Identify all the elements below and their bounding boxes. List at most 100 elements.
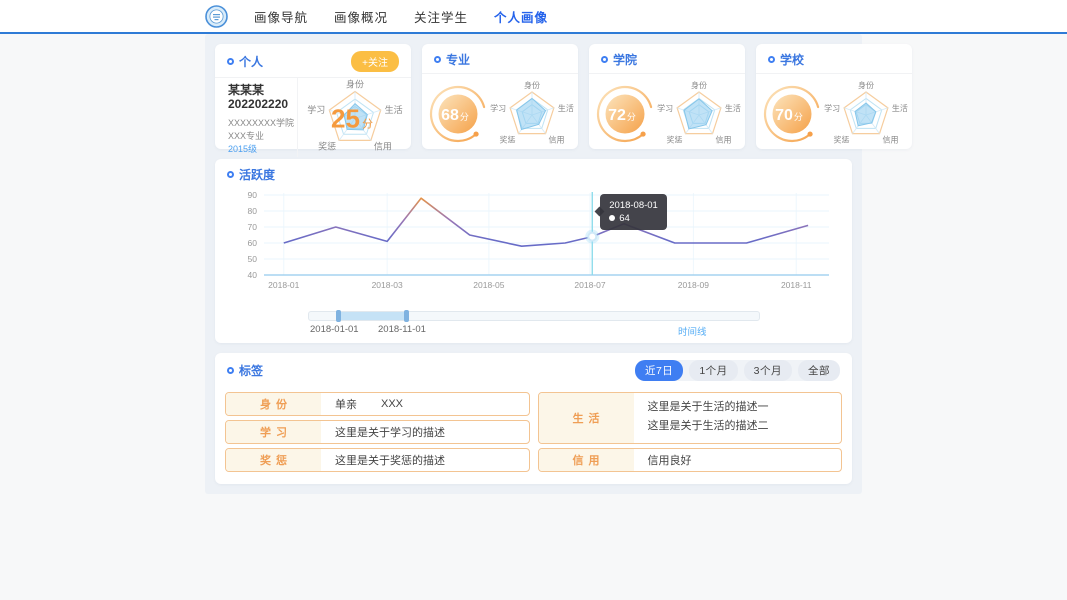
tag-row-identity: 身份 单亲 XXX	[225, 392, 530, 416]
svg-text:信用: 信用	[373, 140, 391, 151]
svg-text:70: 70	[248, 222, 258, 232]
tag-value: 这里是关于奖惩的描述	[335, 455, 445, 467]
major-score-card: 专业 68分 身份生活信用 奖惩 学习	[422, 44, 578, 149]
svg-text:身份: 身份	[345, 79, 363, 90]
nav-item-followed-students[interactable]: 关注学生	[414, 7, 468, 26]
section-title-personal: 个人	[227, 53, 263, 70]
slider-track[interactable]	[308, 310, 760, 322]
svg-text:奖惩: 奖惩	[499, 134, 515, 144]
svg-text:学习: 学习	[657, 102, 673, 112]
filter-all[interactable]: 全部	[798, 360, 840, 381]
section-bullet-icon	[434, 56, 441, 63]
svg-text:2018-09: 2018-09	[678, 280, 709, 290]
svg-text:2018-07: 2018-07	[574, 280, 605, 290]
tag-row-rewards: 奖惩 这里是关于奖惩的描述	[225, 448, 530, 472]
section-bullet-icon	[227, 171, 234, 178]
school-score-gauge: 70分	[763, 85, 820, 142]
section-title-text: 学校	[780, 53, 805, 67]
main-content: 个人 +关注 某某某 202202220 XXXXXXXX学院 XXX专业 20…	[205, 34, 912, 494]
student-name: 某某某	[228, 83, 265, 97]
student-info: 某某某 202202220 XXXXXXXX学院 XXX专业 2015级	[215, 78, 297, 157]
svg-text:2018-03: 2018-03	[372, 280, 403, 290]
timeline-slider: 2018-01-01 2018-11-01 时间线	[308, 310, 760, 338]
tag-value: 这里是关于生活的描述一	[647, 401, 769, 413]
svg-text:奖惩: 奖惩	[833, 134, 849, 144]
personal-radar-chart: 身份生活信用奖惩学习 25 分	[307, 79, 402, 152]
nav-item-portrait-nav[interactable]: 画像导航	[254, 7, 308, 26]
tags-left-column: 身份 单亲 XXX 学习 这里是关于学习的描述 奖惩 这里是关于奖惩的描述	[225, 392, 530, 472]
section-title-text: 活跃度	[239, 168, 276, 182]
major-radar-chart: 身份生活信用 奖惩 学习	[490, 80, 574, 145]
svg-text:2018-05: 2018-05	[473, 280, 504, 290]
svg-text:80: 80	[248, 206, 258, 216]
time-filter-group: 近7日 1个月 3个月 全部	[634, 360, 840, 381]
tag-label: 学习	[226, 421, 321, 443]
tag-label: 生活	[538, 393, 634, 443]
activity-card: 活跃度 40 50 60 70 80 90 2018-01 2018-03 2018-05 201…	[215, 159, 852, 343]
personal-card: 个人 +关注 某某某 202202220 XXXXXXXX学院 XXX专业 20…	[215, 44, 411, 157]
svg-text:学习: 学习	[824, 102, 840, 112]
section-bullet-icon	[601, 56, 608, 63]
section-bullet-icon	[768, 56, 775, 63]
svg-text:60: 60	[248, 238, 258, 248]
svg-text:生活: 生活	[892, 102, 908, 112]
svg-text:40: 40	[248, 270, 258, 280]
section-title-college: 学院	[601, 51, 637, 68]
section-title-text: 学院	[613, 53, 638, 67]
timeline-axis-label: 时间线	[678, 327, 707, 338]
section-title-major: 专业	[434, 51, 470, 68]
filter-3-months[interactable]: 3个月	[743, 360, 792, 381]
svg-text:身份: 身份	[858, 80, 874, 90]
section-title-text: 专业	[446, 53, 471, 67]
student-id: 202202220	[228, 97, 289, 111]
slider-selected-range[interactable]	[339, 312, 407, 320]
filter-last-7-days[interactable]: 近7日	[634, 360, 684, 381]
major-score-gauge: 68分	[429, 85, 486, 142]
svg-text:生活: 生活	[384, 104, 402, 115]
svg-text:信用: 信用	[549, 134, 565, 144]
college-score-gauge: 72分	[596, 85, 653, 142]
svg-text:50: 50	[248, 254, 258, 264]
college-score-card: 学院 72分 身份 生活 信用 奖惩 学习	[589, 44, 745, 149]
section-title-activity: 活跃度	[227, 166, 275, 183]
svg-text:学习: 学习	[307, 104, 325, 115]
activity-chart-area[interactable]: 40 50 60 70 80 90 2018-01 2018-03 2018-05 2018-07…	[215, 188, 852, 307]
tag-label: 身份	[226, 393, 321, 415]
svg-text:2018-11: 2018-11	[781, 280, 812, 290]
filter-1-month[interactable]: 1个月	[689, 360, 738, 381]
tag-value: 单亲	[335, 399, 357, 411]
activity-line-chart[interactable]: 40 50 60 70 80 90 2018-01 2018-03 2018-05 2018-07…	[228, 188, 840, 302]
svg-text:身份: 身份	[524, 80, 540, 90]
school-radar-chart: 身份生活信用 奖惩 学习	[824, 80, 908, 145]
student-grade[interactable]: 2015级	[228, 143, 297, 156]
tags-card: 标签 近7日 1个月 3个月 全部 身份 单亲 XXX 学习 这里是关于学习的描…	[215, 353, 852, 484]
section-bullet-icon	[227, 367, 234, 374]
svg-text:学习: 学习	[490, 102, 506, 112]
svg-text:生活: 生活	[558, 102, 574, 112]
nav-item-personal-portrait[interactable]: 个人画像	[494, 7, 548, 26]
svg-text:奖惩: 奖惩	[666, 134, 682, 144]
tags-right-column: 生活 这里是关于生活的描述一 这里是关于生活的描述二 信用 信用良好	[537, 392, 842, 472]
top-navbar: 画像导航 画像概况 关注学生 个人画像	[0, 0, 1067, 34]
section-title-text: 个人	[239, 55, 264, 69]
student-college: XXXXXXXX学院	[228, 118, 295, 128]
section-title-tags: 标签	[227, 362, 263, 379]
tag-value: 信用良好	[647, 455, 692, 467]
svg-text:奖惩: 奖惩	[318, 140, 336, 151]
svg-text:信用: 信用	[883, 134, 899, 144]
summary-row: 个人 +关注 某某某 202202220 XXXXXXXX学院 XXX专业 20…	[215, 44, 912, 157]
svg-text:生活: 生活	[725, 102, 741, 112]
svg-text:身份: 身份	[691, 80, 707, 90]
tag-row-life: 生活 这里是关于生活的描述一 这里是关于生活的描述二	[537, 392, 842, 444]
slider-end-label: 2018-11-01	[378, 324, 426, 335]
follow-button[interactable]: +关注	[351, 51, 399, 72]
tag-value: 这里是关于生活的描述二	[647, 420, 769, 432]
college-radar-chart: 身份生活信用 奖惩 学习	[657, 80, 741, 145]
section-title-text: 标签	[239, 364, 264, 378]
section-bullet-icon	[227, 58, 234, 65]
nav-item-portrait-overview[interactable]: 画像概况	[334, 7, 388, 26]
svg-text:90: 90	[248, 190, 258, 200]
school-score-card: 学校 70分 身份生活信用 奖惩 学习	[756, 44, 912, 149]
tag-row-study: 学习 这里是关于学习的描述	[225, 420, 530, 444]
app-logo-icon	[205, 4, 228, 28]
